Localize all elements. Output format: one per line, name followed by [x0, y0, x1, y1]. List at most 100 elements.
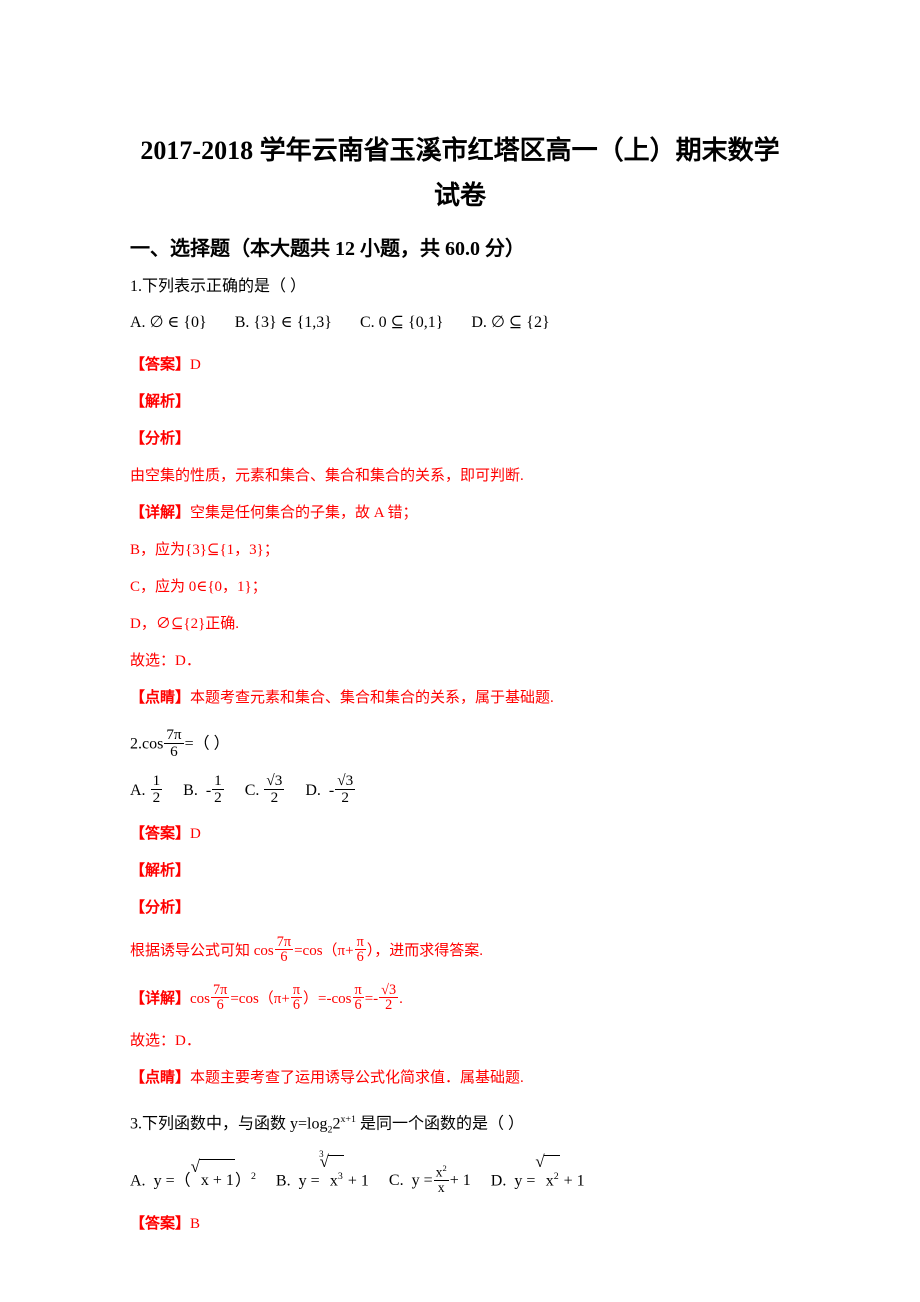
fraction-denominator: 2: [150, 788, 163, 806]
question-1-text: 下列表示正确的是（ ）: [142, 278, 307, 295]
question-1-detail-line-2: B，应为{3}⊆{1，3}；: [130, 542, 279, 558]
approach-middle: =cos（π+: [294, 942, 354, 959]
question-3-answer-value: B: [190, 1216, 201, 1233]
insight-tag: 【点睛】: [130, 1069, 191, 1086]
fraction-denominator: 6: [274, 949, 294, 965]
fraction-x2-over-x: x2 x: [433, 1163, 449, 1196]
question-2-option-b[interactable]: B. -12: [183, 770, 225, 812]
question-3-stem: 3.下列函数中，与函数 y=log22x+1 是同一个函数的是（ ）: [130, 1105, 790, 1146]
question-1-option-a[interactable]: A. ∅ ∈ {0}: [130, 308, 207, 338]
fraction: 12: [150, 772, 163, 806]
fraction-numerator: 7π: [276, 933, 292, 950]
detail-suffix: .: [399, 990, 403, 1007]
detail-text: 空集是任何集合的子集，故 A 错；: [190, 505, 418, 521]
detail-middle-2: ）=-cos: [303, 990, 352, 1007]
fraction-pi-over-6: π6: [290, 982, 303, 1014]
answer-tag: 【答案】: [130, 825, 191, 842]
approach-tag-text: 【分析】: [130, 431, 191, 447]
option-text: ∅ ⊆ {2}: [490, 314, 550, 331]
question-2-option-d[interactable]: D. - √3 2: [305, 770, 356, 812]
question-1-option-b[interactable]: B. {3} ∈ {1,3}: [235, 308, 332, 338]
fraction-numerator: 1: [152, 772, 161, 790]
question-1-detail-line-1: 【详解】空集是任何集合的子集，故 A 错；: [130, 498, 790, 528]
question-2-analysis-tag: 【解析】: [130, 856, 790, 886]
question-2-insight-line: 【点睛】本题主要考查了运用诱导公式化简求值．属基础题.: [130, 1063, 790, 1093]
option-text: ∅ ∈ {0}: [149, 314, 207, 331]
question-2-approach-text: 根据诱导公式可知 cos 7π 6 =cos（π+ π 6 ），进而求得答案.: [130, 931, 790, 971]
fraction-numerator: √3: [337, 772, 354, 790]
option-letter: A.: [130, 781, 146, 799]
analysis-tag-text: 【解析】: [130, 394, 191, 410]
fraction-denominator: 2: [335, 788, 356, 806]
question-3-options: A. y =（ √ x + 1）2 B. y = 3 √ x3 + 1 C. y = x2 x + …: [130, 1149, 790, 1202]
fraction: √3 2: [264, 773, 285, 806]
power-exponent: x+1: [340, 1113, 356, 1125]
answer-tag: 【答案】: [130, 357, 191, 373]
detail-tag: 【详解】: [130, 990, 191, 1007]
question-3-suffix: 是同一个函数的是（ ）: [355, 1114, 524, 1132]
fraction-denominator: 6: [164, 742, 184, 760]
question-1-stem: 1.下列表示正确的是（ ）: [130, 272, 790, 302]
option-letter: B.: [183, 781, 198, 799]
answer-tag: 【答案】: [130, 1216, 191, 1233]
question-3-option-d[interactable]: D. y = √ x2 + 1: [491, 1153, 585, 1202]
question-1-options: A. ∅ ∈ {0} B. {3} ∈ {1,3} C. 0 ⊆ {0,1} D. ∅…: [130, 308, 790, 338]
fraction: √3 2: [335, 772, 356, 806]
question-2-suffix: =（ ）: [184, 735, 230, 753]
fraction-numerator: π: [354, 981, 362, 998]
analysis-tag-text: 【解析】: [130, 862, 191, 879]
detail-tag: 【详解】: [130, 505, 191, 521]
fraction-pi-over-6: π6: [352, 981, 364, 1014]
detail-middle-3: =-: [364, 990, 379, 1007]
insight-text: 本题主要考查了运用诱导公式化简求值．属基础题.: [190, 1069, 524, 1086]
fraction-pi-over-6: π6: [354, 934, 366, 966]
insight-tag: 【点睛】: [130, 690, 191, 706]
question-1-option-d[interactable]: D. ∅ ⊆ {2}: [471, 308, 549, 338]
option-text: {3} ∈ {1,3}: [253, 314, 332, 331]
question-3-option-b[interactable]: B. y = 3 √ x3 + 1: [276, 1149, 369, 1202]
fraction-denominator: 6: [211, 997, 230, 1013]
cube-root-icon: 3 √ x3: [319, 1149, 344, 1202]
question-1-number: 1.: [130, 278, 142, 295]
question-1-detail-line-4: D，∅⊆{2}正确.: [130, 616, 240, 632]
fraction-numerator: √3: [381, 981, 397, 998]
square-root-icon: √ x + 1: [191, 1158, 235, 1202]
fraction-7pi-over-6: 7π 6: [274, 933, 294, 966]
fraction-numerator: 7π: [213, 981, 228, 998]
option-text: 0 ⊆ {0,1}: [378, 314, 444, 331]
detail-middle-1: =cos（π+: [230, 990, 290, 1007]
question-1-answer-value: D: [190, 357, 201, 373]
question-2-approach-tag: 【分析】: [130, 893, 790, 923]
fraction-denominator: 2: [264, 788, 285, 806]
page-title: 2017-2018 学年云南省玉溪市红塔区高一（上）期末数学试卷: [140, 136, 780, 210]
fraction-7pi-over-6: 7π 6: [164, 726, 184, 760]
question-2-answer-line: 【答案】D: [130, 819, 790, 849]
question-2-cos: cos: [142, 735, 164, 753]
square-root-icon: √ x2: [535, 1153, 560, 1202]
exponent-2: 2: [250, 1171, 256, 1183]
question-2-option-c[interactable]: C. √3 2: [245, 770, 286, 812]
question-3-option-c[interactable]: C. y = x2 x + 1: [389, 1160, 471, 1202]
question-2-stem: 2.cos 7π 6 =（ ）: [130, 727, 790, 760]
approach-prefix: 根据诱导公式可知 cos: [130, 942, 274, 959]
question-3-answer-line: 【答案】B: [130, 1209, 790, 1239]
fraction-denominator: 6: [354, 949, 366, 965]
option-letter: A.: [130, 314, 146, 331]
question-3-option-a[interactable]: A. y =（ √ x + 1）2: [130, 1156, 256, 1202]
question-1-detail-line-3: C，应为 0∈{0，1}；: [130, 579, 267, 595]
question-1-option-c[interactable]: C. 0 ⊆ {0,1}: [360, 308, 443, 338]
fraction-7pi-over-6: 7π 6: [211, 981, 230, 1014]
question-1-insight-line: 【点睛】本题考查元素和集合、集合和集合的关系，属于基础题.: [130, 683, 790, 713]
option-letter: D.: [305, 781, 321, 799]
question-3-prefix: 下列函数中，与函数 y=log: [142, 1114, 328, 1132]
fraction: 12: [212, 773, 224, 806]
question-2-option-a[interactable]: A. 12: [130, 770, 163, 812]
fraction-numerator: 7π: [166, 726, 182, 743]
question-1-approach-text: 由空集的性质，元素和集合、集合和集合的关系，即可判断.: [130, 468, 524, 484]
fraction-numerator: 1: [214, 772, 222, 790]
option-sign: -: [328, 781, 335, 799]
question-2-options: A. 1 2 B. -1 2 C. √3 2 D. - √3 2: [130, 770, 790, 812]
approach-tag-text: 【分析】: [130, 899, 191, 916]
option-letter: B.: [234, 314, 250, 331]
question-1-answer-line: 【答案】D: [130, 350, 790, 380]
